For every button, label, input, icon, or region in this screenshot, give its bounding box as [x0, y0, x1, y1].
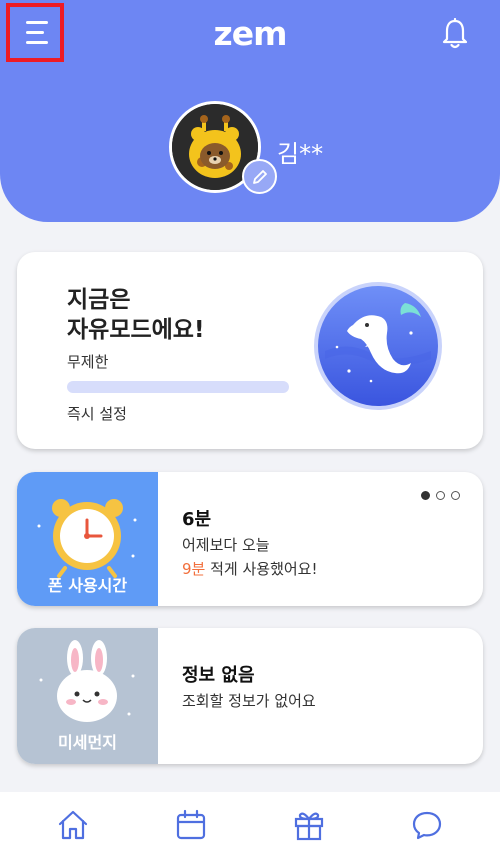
bottom-nav — [0, 792, 500, 860]
phone-usage-card[interactable]: 폰 사용시간 6분 어제보다 오늘 9분 적게 사용했어요! — [17, 472, 483, 606]
profile-avatar[interactable] — [169, 101, 277, 194]
rabbit-icon — [39, 640, 135, 722]
alarm-clock-icon — [37, 499, 137, 578]
page-dot — [421, 491, 430, 500]
mode-progress-bar — [67, 381, 289, 393]
header: zem 김** — [0, 0, 500, 222]
phone-usage-label: 폰 사용시간 — [47, 576, 128, 595]
home-icon[interactable] — [56, 808, 90, 842]
fine-dust-label: 미세먼지 — [58, 733, 117, 752]
instant-setting-link[interactable]: 즉시 설정 — [67, 403, 127, 424]
mode-limit-text: 무제한 — [67, 353, 109, 371]
dust-title: 정보 없음 — [182, 665, 255, 686]
edit-profile-button[interactable] — [242, 159, 277, 194]
chat-icon[interactable] — [410, 808, 444, 842]
fine-dust-tile: 미세먼지 — [17, 628, 158, 764]
usage-compare-line: 어제보다 오늘 — [182, 536, 270, 554]
dolphin-icon — [314, 282, 442, 410]
page-dot — [451, 491, 460, 500]
usage-value: 6분 — [182, 509, 212, 530]
fine-dust-card[interactable]: 미세먼지 정보 없음 조회할 정보가 없어요 — [17, 628, 483, 764]
pencil-icon — [252, 169, 267, 184]
usage-diff-value: 9분 — [182, 560, 206, 578]
page-dot — [436, 491, 445, 500]
user-name: 김** — [277, 140, 324, 168]
usage-diff-line: 9분 적게 사용했어요! — [182, 558, 318, 579]
page-indicator — [421, 491, 460, 500]
usage-diff-suffix: 적게 사용했어요! — [205, 560, 318, 578]
phone-usage-tile: 폰 사용시간 — [17, 472, 158, 606]
dust-subtitle: 조회할 정보가 없어요 — [182, 692, 316, 710]
mode-title: 지금은 자유모드에요! — [67, 287, 205, 343]
gift-icon[interactable] — [292, 808, 326, 842]
calendar-icon[interactable] — [174, 808, 208, 842]
app-logo: zem — [213, 14, 288, 53]
mode-card[interactable]: 지금은 자유모드에요! 무제한 즉시 설정 — [17, 252, 483, 449]
bell-icon[interactable] — [440, 18, 470, 50]
